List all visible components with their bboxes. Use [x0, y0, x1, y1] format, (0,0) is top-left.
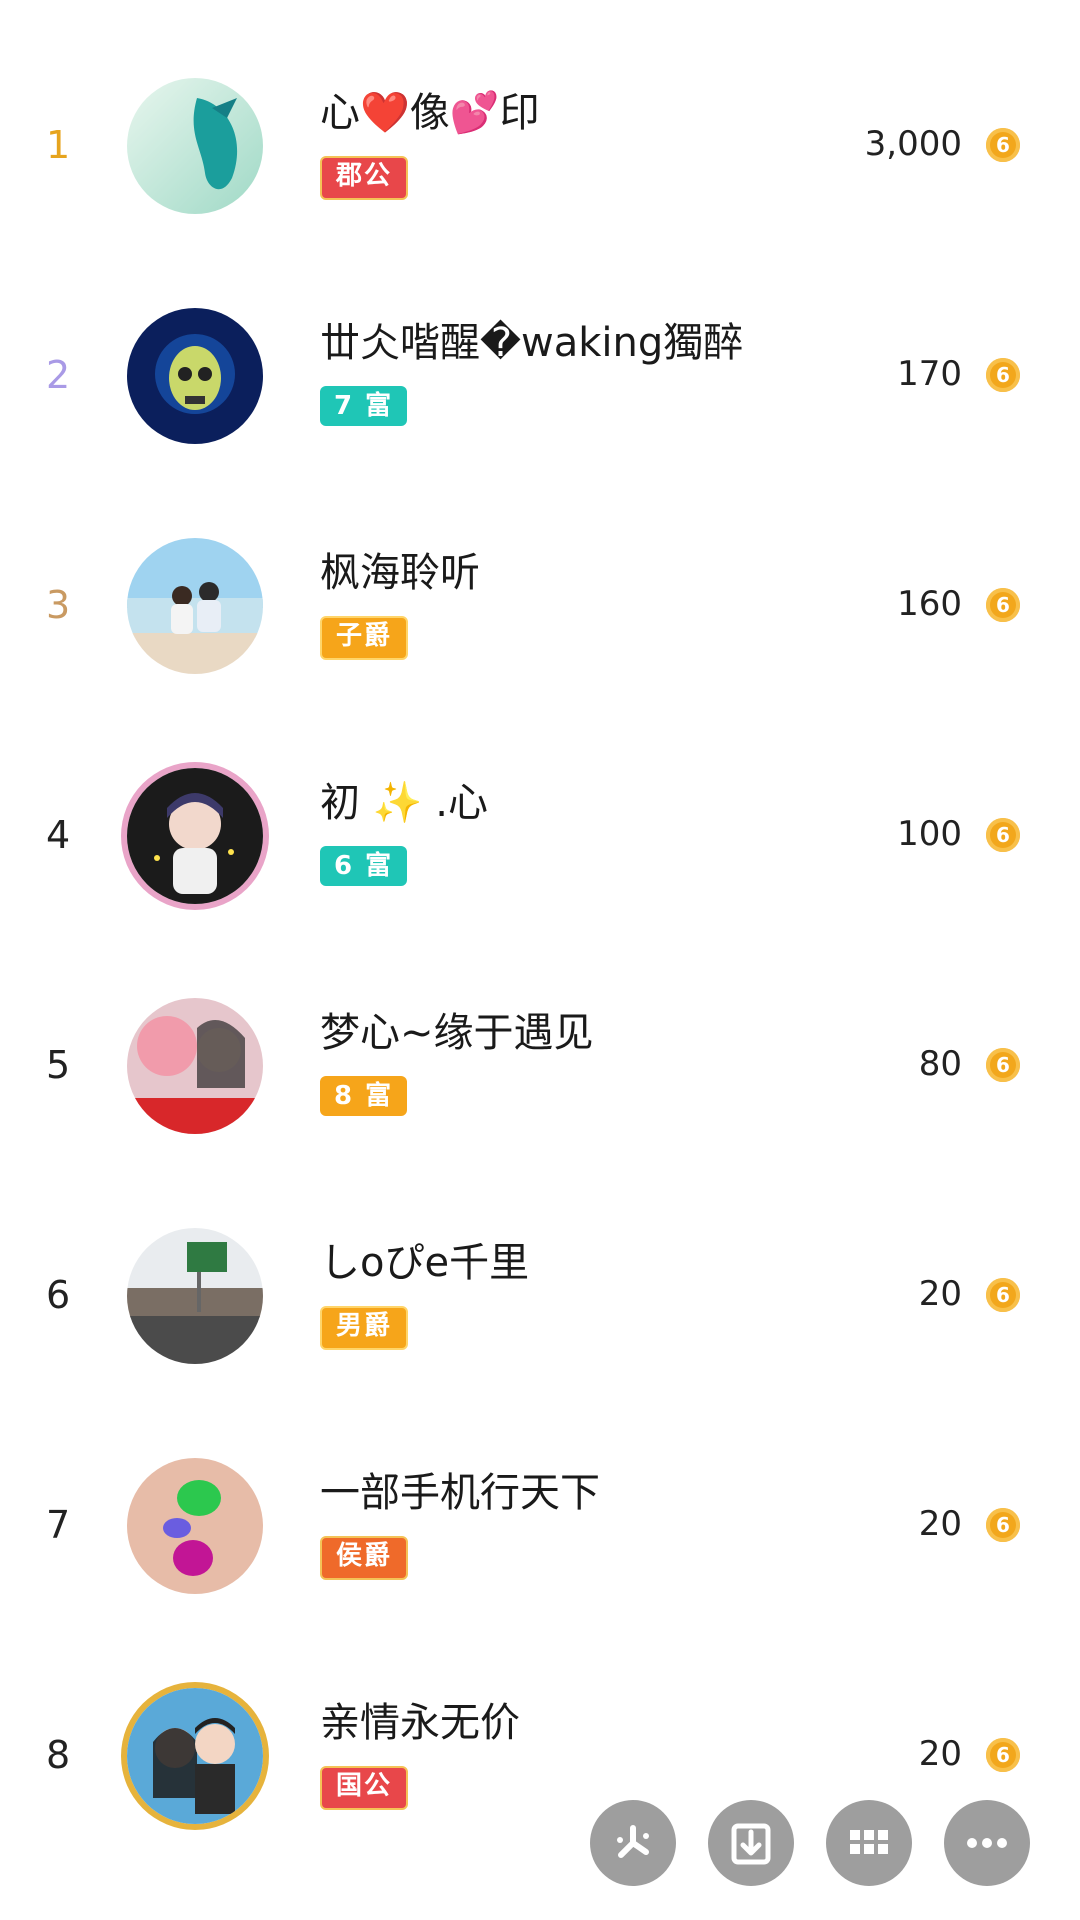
rank-number: 6 [46, 1273, 71, 1317]
rank-badge: 子爵 [320, 616, 409, 660]
user-name: 一部手机行天下 [320, 1470, 600, 1516]
list-item[interactable]: 8 亲情永无价 国公 20 6 [0, 1610, 1080, 1840]
avatar[interactable] [127, 998, 263, 1134]
coin-icon: 6 [986, 358, 1020, 392]
score-value: 100 [897, 814, 962, 854]
rank-badge: 侯爵 [320, 1536, 409, 1580]
user-name: しoぴe千里 [320, 1240, 530, 1286]
pinwheel-button[interactable] [590, 1800, 676, 1886]
rank-badge: 郡公 [320, 156, 409, 200]
rank-badge: 国公 [320, 1766, 409, 1810]
coin-icon: 6 [986, 1278, 1020, 1312]
coin-icon: 6 [986, 128, 1020, 162]
user-name: 丗仌喈醒�waking獨醉 [320, 320, 744, 366]
user-name: 心❤️像💕印 [320, 90, 540, 136]
coin-icon: 6 [986, 1738, 1020, 1772]
coin-icon: 6 [986, 818, 1020, 852]
list-item[interactable]: 4 初 ✨ .心 6 富 100 6 [0, 690, 1080, 920]
rank-number: 8 [46, 1733, 71, 1777]
score-value: 3,000 [864, 124, 962, 164]
rank-number: 5 [46, 1043, 71, 1087]
list-item[interactable]: 5 梦心~缘于遇见 8 富 80 6 [0, 920, 1080, 1150]
more-icon [967, 1838, 1007, 1848]
more-button[interactable] [944, 1800, 1030, 1886]
rank-badge: 7 富 [320, 386, 408, 426]
grid-button[interactable] [826, 1800, 912, 1886]
list-item[interactable]: 6 しoぴe千里 男爵 20 6 [0, 1150, 1080, 1380]
user-name: 枫海聆听 [320, 550, 480, 596]
list-item[interactable]: 3 枫海聆听 子爵 160 6 [0, 460, 1080, 690]
score-value: 160 [897, 584, 962, 624]
rank-badge: 8 富 [320, 1076, 408, 1116]
download-button[interactable] [708, 1800, 794, 1886]
rank-number: 3 [46, 583, 71, 627]
score-value: 20 [918, 1274, 962, 1314]
avatar[interactable] [127, 1458, 263, 1594]
list-item[interactable]: 2 丗仌喈醒�waking獨醉 7 富 170 6 [0, 230, 1080, 460]
list-item[interactable]: 7 一部手机行天下 侯爵 20 6 [0, 1380, 1080, 1610]
pinwheel-icon [617, 1825, 649, 1858]
rank-number: 1 [46, 123, 71, 167]
rank-number: 4 [46, 813, 71, 857]
avatar[interactable] [127, 1688, 263, 1824]
avatar[interactable] [127, 1228, 263, 1364]
coin-icon: 6 [986, 588, 1020, 622]
score-value: 20 [918, 1504, 962, 1544]
score-value: 80 [918, 1044, 962, 1084]
coin-icon: 6 [986, 1048, 1020, 1082]
score-value: 170 [897, 354, 962, 394]
avatar[interactable] [127, 538, 263, 674]
download-icon [731, 1823, 771, 1865]
rank-badge: 6 富 [320, 846, 408, 886]
score-value: 20 [918, 1734, 962, 1774]
avatar[interactable] [127, 308, 263, 444]
grid-icon [850, 1830, 888, 1854]
avatar[interactable] [127, 768, 263, 904]
user-name: 初 ✨ .心 [320, 780, 488, 826]
rank-number: 7 [46, 1503, 71, 1547]
user-name: 梦心~缘于遇见 [320, 1010, 594, 1056]
coin-icon: 6 [986, 1508, 1020, 1542]
avatar[interactable] [127, 78, 263, 214]
rank-number: 2 [46, 353, 71, 397]
list-item[interactable]: 1 心❤️像💕印 郡公 3,000 6 [0, 0, 1080, 230]
user-name: 亲情永无价 [320, 1700, 520, 1746]
rank-badge: 男爵 [320, 1306, 409, 1350]
